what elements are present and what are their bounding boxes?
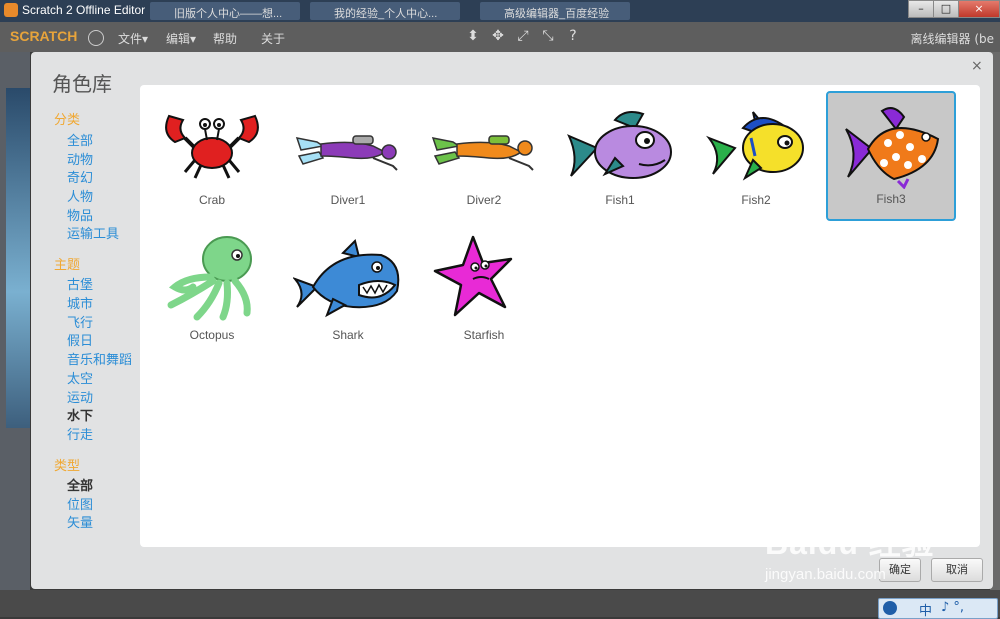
sprite-tile-fish1[interactable]: Fish1: [555, 92, 685, 222]
sprite-name: Diver2: [466, 193, 502, 207]
editor-background-bottom: [0, 590, 1000, 617]
sprite-library-dialog: 角色库 × 分类 全部 动物 奇幻 人物 物品 运输工具 主题 古堡 城市 飞行…: [31, 52, 993, 589]
filter-theme-sports[interactable]: 运动: [67, 387, 93, 406]
filter-theme-walking[interactable]: 行走: [67, 424, 93, 443]
section-heading-category: 分类: [54, 113, 81, 128]
minimize-button[interactable]: –: [908, 0, 934, 18]
window-title: Scratch 2 Offline Editor: [22, 3, 146, 17]
sprite-tile-crab[interactable]: Crab: [147, 92, 277, 222]
sprite-name: Fish2: [741, 193, 771, 207]
filter-category-animals[interactable]: 动物: [67, 149, 93, 168]
sprite-name: Starfish: [463, 328, 505, 342]
octopus-icon: [167, 236, 252, 321]
filter-theme-space[interactable]: 太空: [67, 368, 93, 387]
ime-toolbar[interactable]: 中 ♪ °,: [878, 598, 998, 619]
filter-theme-castle[interactable]: 古堡: [67, 274, 93, 293]
section-heading-type: 类型: [54, 459, 81, 474]
crab-icon: [165, 114, 259, 179]
maximize-button[interactable]: □: [933, 0, 959, 18]
taskbar-tab-label: 高级编辑器_百度经验: [504, 8, 610, 20]
menu-file[interactable]: 文件▾: [118, 30, 148, 47]
shark-icon: [293, 239, 400, 318]
fish-icon: [845, 107, 940, 189]
sprite-name: Fish3: [876, 192, 906, 206]
scratch-cat-icon: [4, 3, 18, 17]
baidu-watermark: Baidu 经验 jingyan.baidu.com: [765, 518, 935, 583]
sprite-tile-starfish[interactable]: Starfish: [419, 227, 549, 357]
filter-type-bitmap[interactable]: 位图: [67, 494, 93, 513]
taskbar-tab[interactable]: 高级编辑器_百度经验: [480, 2, 630, 20]
shrink-icon[interactable]: ⤡: [540, 28, 556, 44]
delete-cut-icon[interactable]: ✥: [490, 28, 506, 44]
filter-theme-holiday[interactable]: 假日: [67, 330, 93, 349]
toolbar: ⬍ ✥ ⤢ ⤡ ?: [465, 28, 581, 44]
filter-category-things[interactable]: 物品: [67, 205, 93, 224]
grow-icon[interactable]: ⤢: [515, 28, 531, 44]
menu-help[interactable]: 帮助: [213, 30, 237, 47]
close-dialog-icon[interactable]: ×: [971, 58, 983, 74]
language-globe-icon[interactable]: [88, 30, 104, 46]
filter-theme-city[interactable]: 城市: [67, 293, 93, 312]
filter-category-transportation[interactable]: 运输工具: [67, 223, 119, 242]
window-title-bar: Scratch 2 Offline Editor 旧版个人中心——想... 我的…: [0, 0, 1000, 22]
sprite-name: Shark: [332, 328, 364, 342]
filter-type-vector[interactable]: 矢量: [67, 512, 93, 531]
taskbar-tab-label: 我的经验_个人中心...: [334, 8, 438, 20]
sprite-tile-diver1[interactable]: Diver1: [283, 92, 413, 222]
taskbar-tab[interactable]: 旧版个人中心——想...: [150, 2, 300, 20]
close-window-button[interactable]: ×: [958, 0, 1000, 18]
menu-about[interactable]: 关于: [261, 30, 285, 47]
dialog-title: 角色库: [52, 72, 112, 96]
filter-type-all[interactable]: 全部: [67, 475, 93, 494]
help-icon[interactable]: ?: [565, 28, 581, 44]
sprite-grid: Crab Diver1 Diver2 Fish1 Fish2 Fish3 Oct…: [140, 85, 980, 547]
duplicate-stamp-icon[interactable]: ⬍: [465, 28, 481, 44]
sprite-name: Octopus: [189, 328, 235, 342]
sprite-name: Diver1: [330, 193, 366, 207]
filter-theme-flying[interactable]: 飞行: [67, 312, 93, 331]
watermark-url: jingyan.baidu.com: [765, 566, 886, 583]
filter-theme-underwater[interactable]: 水下: [67, 405, 93, 424]
sprite-name: Fish1: [605, 193, 635, 207]
sprite-tile-diver2[interactable]: Diver2: [419, 92, 549, 222]
diver-icon: [295, 135, 398, 171]
ime-language[interactable]: 中: [919, 600, 932, 619]
watermark-logo: Baidu 经验: [765, 525, 935, 561]
taskbar-tab-label: 旧版个人中心——想...: [174, 8, 283, 20]
sprite-name: Crab: [198, 193, 225, 207]
diver-icon: [431, 135, 534, 171]
cancel-button[interactable]: 取消: [931, 558, 983, 582]
sprite-tile-fish2[interactable]: Fish2: [691, 92, 821, 222]
fish-icon: [706, 111, 804, 181]
window-controls: – □ ×: [908, 0, 1000, 18]
scratch-menu-bar: SCRATCH 文件▾ 编辑▾ 帮助 关于 ⬍ ✥ ⤢ ⤡ ? 离线编辑器 (b…: [0, 22, 1000, 52]
filter-category-people[interactable]: 人物: [67, 186, 93, 205]
menu-edit[interactable]: 编辑▾: [166, 30, 196, 47]
filter-category-fantasy[interactable]: 奇幻: [67, 167, 93, 186]
filter-theme-music-dance[interactable]: 音乐和舞蹈: [67, 349, 132, 368]
offline-editor-label: 离线编辑器 (be: [910, 32, 995, 46]
scratch-logo[interactable]: SCRATCH: [10, 28, 77, 44]
section-heading-theme: 主题: [54, 258, 81, 273]
stage-preview: [6, 88, 30, 428]
fish-icon: [567, 111, 672, 179]
sprite-tile-fish3[interactable]: Fish3: [826, 91, 956, 221]
ime-logo-icon: [883, 601, 897, 615]
sprite-tile-octopus[interactable]: Octopus: [147, 227, 277, 357]
filter-category-all[interactable]: 全部: [67, 130, 93, 149]
starfish-icon: [433, 235, 513, 317]
sprite-tile-shark[interactable]: Shark: [283, 227, 413, 357]
ime-symbols[interactable]: ♪ °,: [941, 600, 964, 615]
taskbar-tab[interactable]: 我的经验_个人中心...: [310, 2, 460, 20]
